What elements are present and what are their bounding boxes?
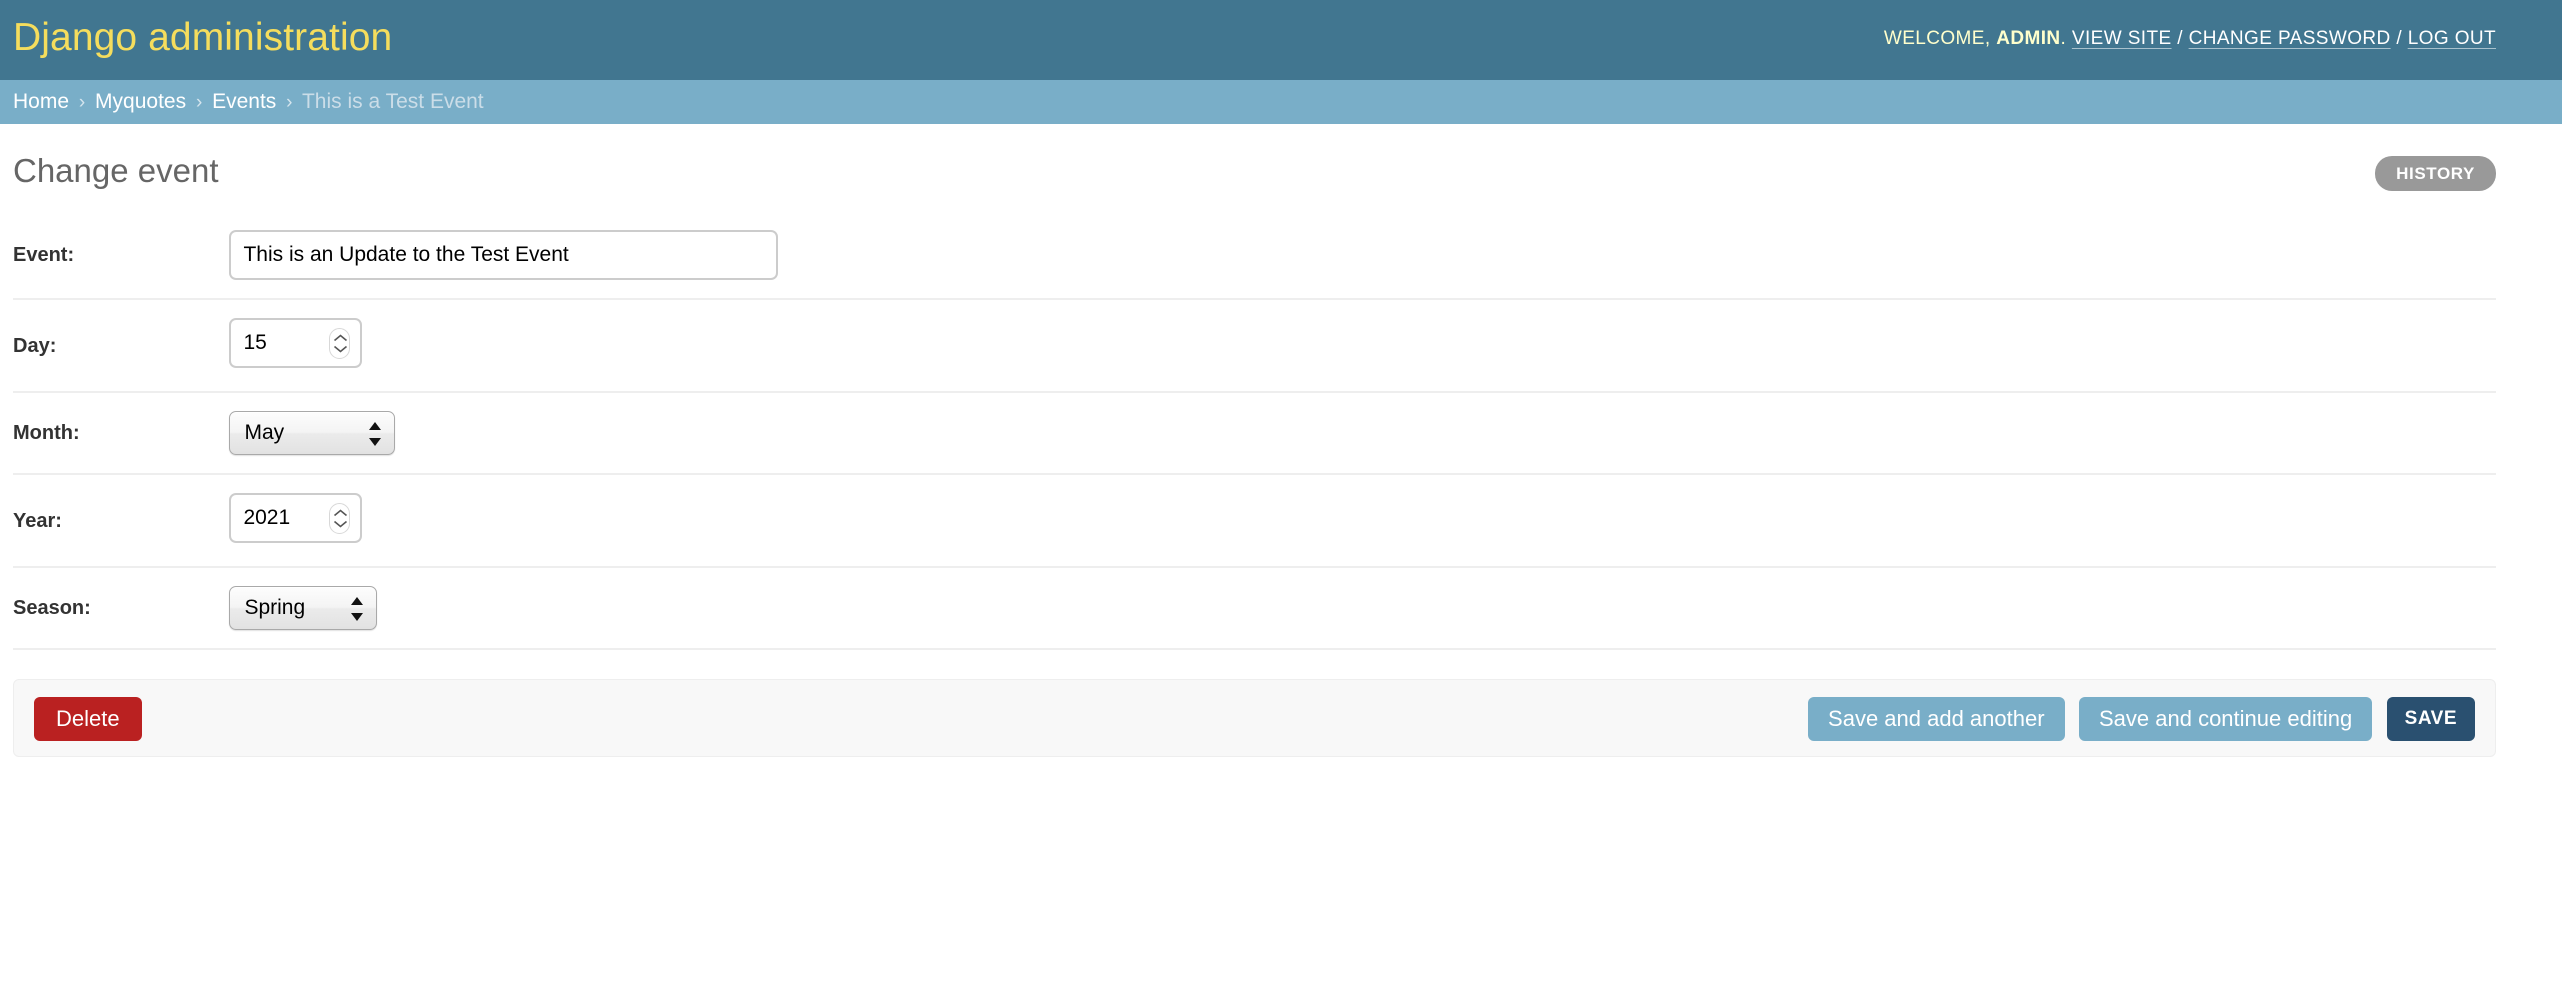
save-button-group: Save and add another Save and continue e… [1798, 697, 2475, 741]
year-value: 2021 [243, 506, 291, 529]
chevron-up-icon[interactable] [333, 509, 348, 517]
breadcrumb-item-current: This is a Test Event [301, 90, 484, 113]
save-and-continue-editing-button[interactable]: Save and continue editing [2079, 697, 2373, 741]
day-field-wrap: 15 [229, 318, 363, 373]
username: ADMIN [1996, 28, 2061, 49]
username-period: . [2060, 28, 2067, 49]
select-arrows-icon [351, 597, 364, 621]
month-field-wrap: May [229, 411, 396, 455]
day-spinner[interactable] [329, 328, 351, 359]
year-label: Year: [13, 509, 62, 532]
view-site-link[interactable]: VIEW SITE [2072, 28, 2172, 49]
change-password-link[interactable]: CHANGE PASSWORD [2189, 28, 2391, 49]
triangle-down-icon [351, 613, 364, 621]
year-number-input[interactable]: 2021 [229, 493, 363, 543]
user-tools-separator-2: / [2396, 28, 2402, 49]
breadcrumb-item-myquotes[interactable]: Myquotes [95, 90, 186, 113]
day-value: 15 [243, 331, 267, 354]
breadcrumb-separator-3: › [286, 92, 293, 113]
event-label: Event: [13, 244, 75, 266]
admin-header: Django administration WELCOME, ADMIN. VI… [0, 0, 2562, 80]
season-select[interactable]: Spring [229, 586, 378, 630]
form-row-season: Season: Spring [13, 568, 2496, 650]
chevron-up-icon[interactable] [333, 334, 348, 342]
history-list-item: HISTORY [2375, 156, 2496, 191]
breadcrumb: Home › Myquotes › Events › This is a Tes… [0, 80, 2562, 124]
event-input[interactable] [229, 230, 779, 280]
breadcrumb-separator-2: › [195, 92, 203, 113]
month-label: Month: [13, 422, 80, 444]
change-event-form: Event: Day: 15 [13, 212, 2496, 757]
welcome-text: WELCOME, [1883, 28, 1991, 49]
triangle-down-icon [369, 438, 382, 446]
user-tools: WELCOME, ADMIN. VIEW SITE / CHANGE PASSW… [1884, 28, 2496, 50]
breadcrumb-item-events[interactable]: Events [212, 90, 276, 113]
page-title: Change event [13, 152, 219, 189]
content-area: HISTORY Change event Event: Day: 15 [0, 124, 2562, 757]
breadcrumb-separator-1: › [78, 92, 86, 113]
month-select[interactable]: May [229, 411, 396, 455]
form-row-month: Month: May [13, 393, 2496, 475]
save-button[interactable]: SAVE [2386, 697, 2475, 741]
log-out-link[interactable]: LOG OUT [2408, 28, 2496, 49]
delete-button[interactable]: Delete [34, 697, 142, 741]
history-button[interactable]: HISTORY [2375, 156, 2496, 191]
day-number-input[interactable]: 15 [229, 318, 363, 368]
select-arrows-icon [369, 422, 382, 446]
form-module: Event: Day: 15 [13, 212, 2496, 650]
triangle-up-icon [351, 597, 364, 605]
season-field-wrap: Spring [229, 586, 378, 630]
site-name-link[interactable]: Django administration [13, 16, 392, 59]
chevron-down-icon[interactable] [333, 345, 348, 353]
form-row-event: Event: [13, 212, 2496, 300]
year-spinner[interactable] [329, 503, 351, 534]
event-field-wrap [229, 230, 779, 280]
site-name[interactable]: Django administration [13, 6, 392, 70]
form-row-year: Year: 2021 [13, 475, 2496, 568]
year-field-wrap: 2021 [229, 493, 363, 548]
breadcrumb-item-home[interactable]: Home [13, 90, 69, 113]
day-label: Day: [13, 334, 57, 357]
save-and-add-another-button[interactable]: Save and add another [1808, 697, 2065, 741]
object-tools: HISTORY [2375, 156, 2496, 191]
season-label: Season: [13, 597, 91, 619]
form-row-day: Day: 15 [13, 300, 2496, 393]
chevron-down-icon[interactable] [333, 520, 348, 528]
triangle-up-icon [369, 422, 382, 430]
user-tools-separator-1: / [2177, 28, 2183, 49]
branding: Django administration [13, 6, 392, 70]
submit-row: Delete Save and add another Save and con… [13, 679, 2496, 757]
